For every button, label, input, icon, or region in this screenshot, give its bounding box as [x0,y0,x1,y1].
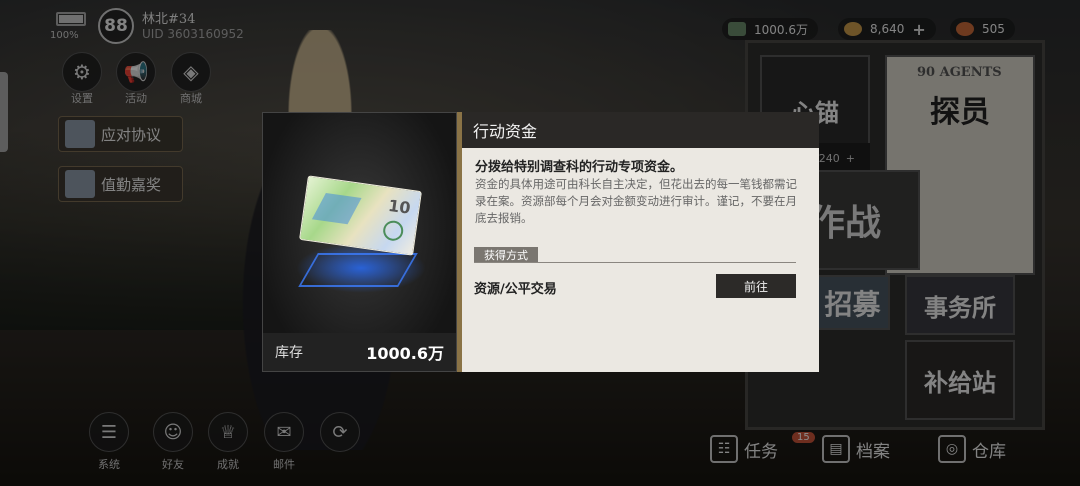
item-title: 行动资金 [473,122,538,141]
source-name: 资源/公平交易 [474,282,557,297]
item-description: 资金的具体用途可由科长自主决定，但花出去的每一笔钱都需记录在案。资源部每个月会对… [475,177,797,225]
go-button[interactable]: 前往 [716,274,796,298]
banknote-denomination: 10 [387,195,412,218]
item-detail-panel: 行动资金 分拨给特别调查科的行动专项资金。 资金的具体用途可由科长自主决定，但花… [462,112,819,372]
banknote-pattern [311,192,362,225]
stock-label: 库存 [275,345,303,361]
pedestal-ring [298,253,418,287]
source-divider [474,262,796,263]
source-header: 获得方式 [474,247,538,262]
stock-bar: 库存 1000.6万 [263,333,456,371]
banknote-seal [381,219,405,242]
stock-value: 1000.6万 [366,344,444,363]
item-subtitle: 分拨给特别调查科的行动专项资金。 [475,160,684,175]
item-preview-panel: 10 库存 1000.6万 [262,112,457,372]
item-title-bar: 行动资金 [462,112,819,148]
